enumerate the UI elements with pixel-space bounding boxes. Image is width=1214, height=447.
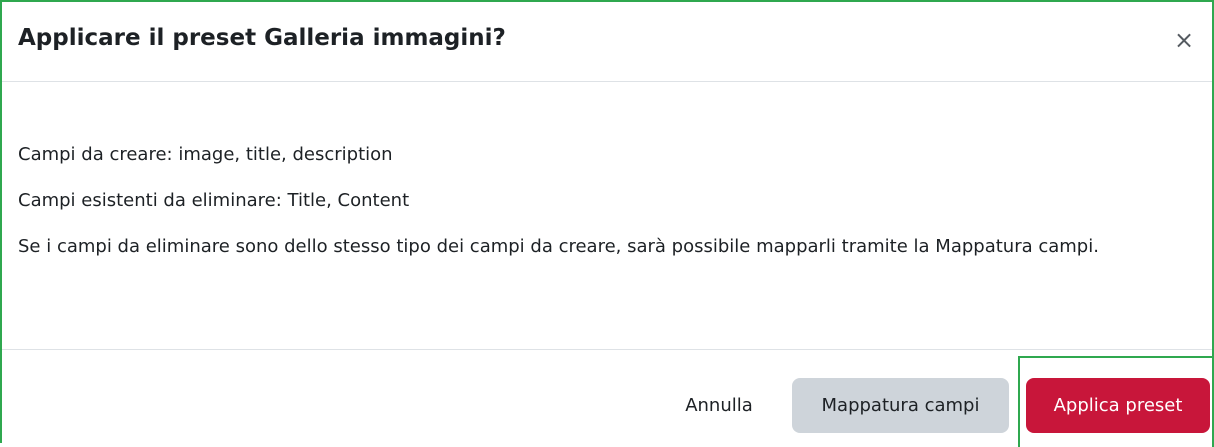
dialog-title: Applicare il preset Galleria immagini?: [18, 25, 506, 51]
dialog-header: Applicare il preset Galleria immagini? ×: [2, 2, 1212, 82]
close-button[interactable]: ×: [1170, 26, 1198, 54]
dialog-body: Campi da creare: image, title, descripti…: [2, 82, 1212, 350]
cancel-button[interactable]: Annulla: [664, 378, 774, 433]
close-icon: ×: [1173, 26, 1195, 54]
mapping-note-text: Se i campi da eliminare sono dello stess…: [18, 236, 1099, 257]
fields-to-delete-text: Campi esistenti da eliminare: Title, Con…: [18, 190, 410, 211]
dialog-footer: Annulla Mappatura campi Applica preset: [2, 350, 1214, 447]
fields-to-create-text: Campi da creare: image, title, descripti…: [18, 144, 393, 165]
apply-preset-dialog: Applicare il preset Galleria immagini? ×…: [0, 0, 1214, 447]
apply-preset-button[interactable]: Applica preset: [1026, 378, 1210, 433]
field-mapping-button[interactable]: Mappatura campi: [792, 378, 1009, 433]
